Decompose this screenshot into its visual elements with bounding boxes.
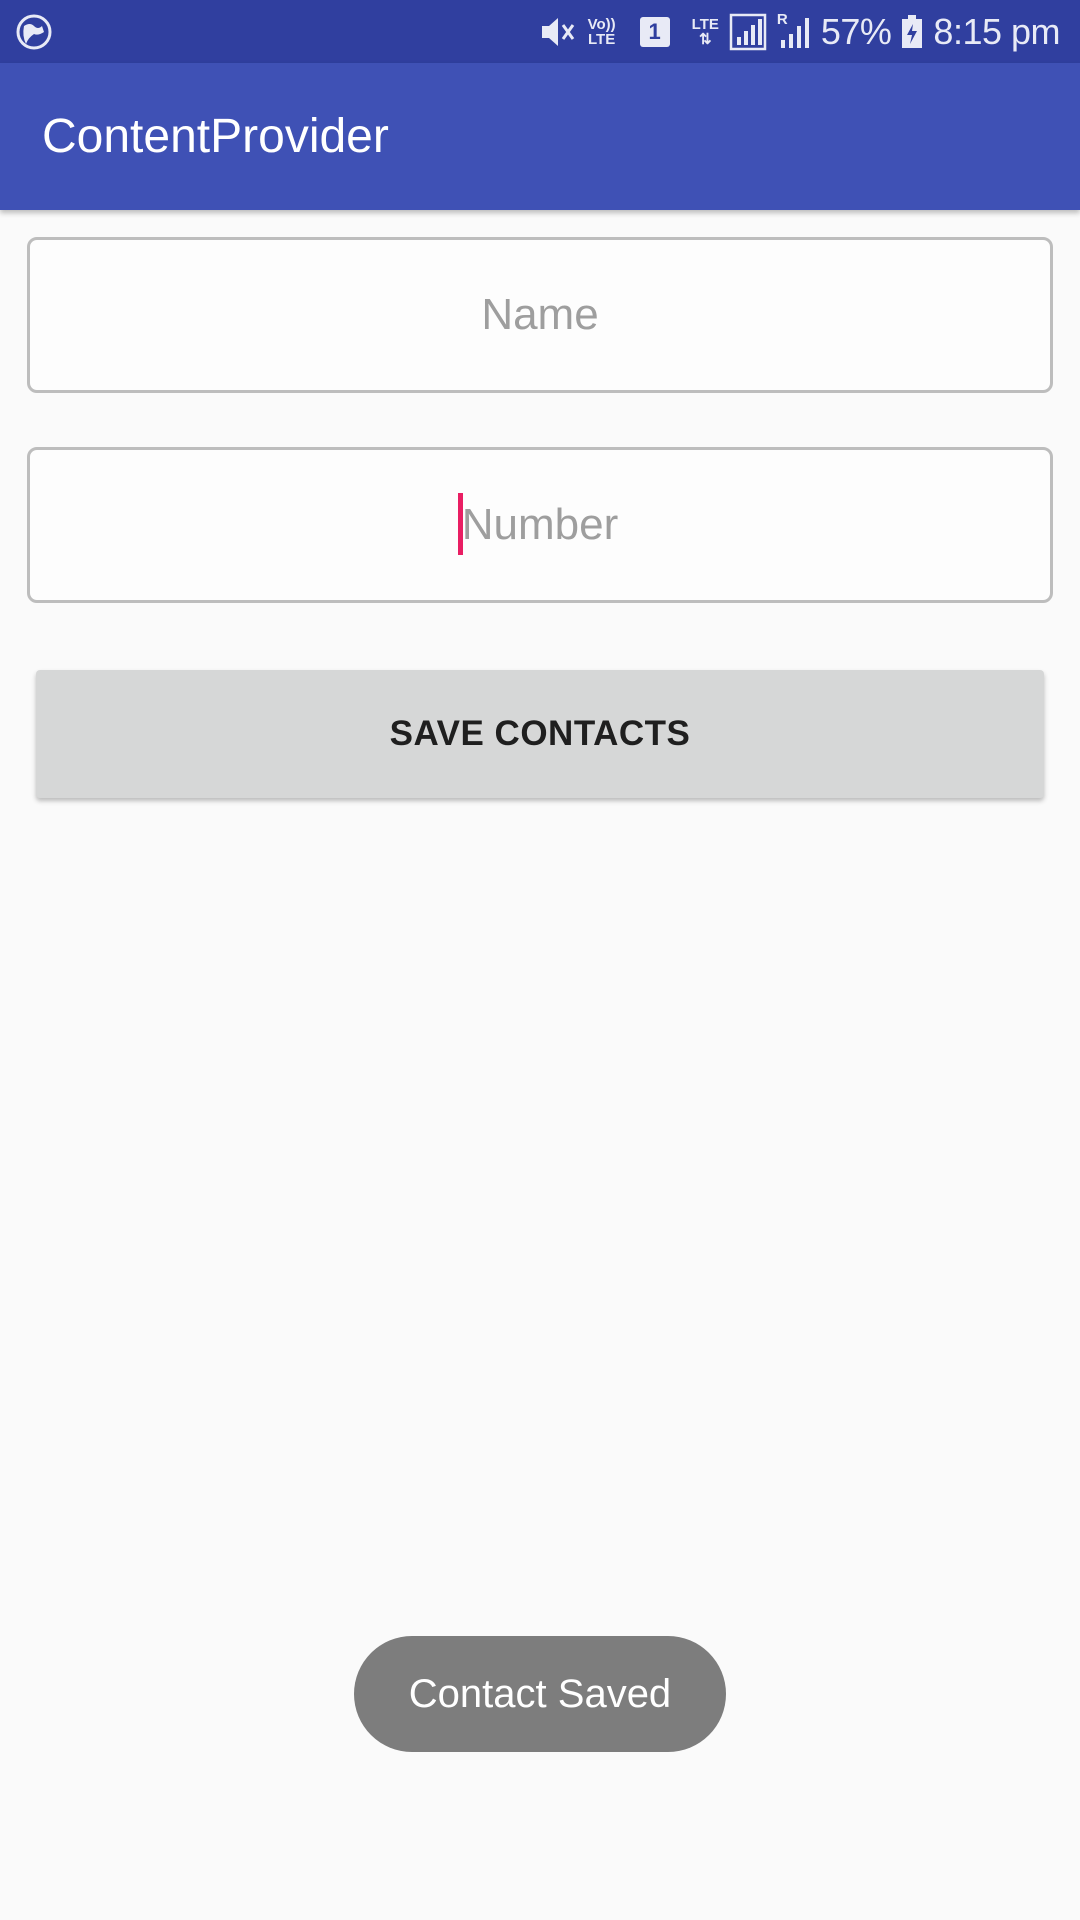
globe-icon	[16, 14, 52, 50]
roaming-label: R	[776, 10, 788, 28]
status-icons: Vo)) LTE 1 LTE ⇅ R 57% 8:15 pm	[538, 0, 1060, 63]
sim-label: 1	[648, 18, 661, 44]
app-bar: ContentProvider	[0, 63, 1080, 210]
battery-icon	[901, 14, 923, 49]
volte-icon: Vo)) LTE	[588, 17, 616, 47]
clock: 8:15 pm	[933, 10, 1060, 52]
screen: Vo)) LTE 1 LTE ⇅ R 57% 8:15 pm ContentPr…	[0, 0, 1080, 1920]
data-arrows-icon: ⇅	[698, 30, 712, 48]
signal-strength-icon	[729, 13, 767, 51]
volte-label-top: Vo))	[587, 15, 616, 33]
name-field[interactable]	[30, 239, 1050, 391]
mute-icon	[538, 14, 578, 50]
battery-percent: 57%	[820, 10, 892, 52]
toast-message: Contact Saved	[408, 1671, 672, 1716]
toast: Contact Saved	[354, 1636, 726, 1752]
name-field-container	[27, 237, 1053, 393]
number-field-container	[27, 447, 1053, 603]
status-bar: Vo)) LTE 1 LTE ⇅ R 57% 8:15 pm	[0, 0, 1080, 63]
app-title: ContentProvider	[42, 110, 389, 163]
lte-label: LTE	[691, 15, 719, 33]
sim-icon: 1	[639, 16, 670, 47]
volte-label-bottom: LTE	[588, 30, 616, 48]
number-field[interactable]	[30, 449, 1050, 601]
signal-icon: R	[776, 10, 811, 50]
text-cursor	[458, 493, 463, 555]
lte-signal-icon: LTE ⇅	[692, 17, 719, 47]
save-contacts-button[interactable]: SAVE CONTACTS	[36, 670, 1044, 798]
